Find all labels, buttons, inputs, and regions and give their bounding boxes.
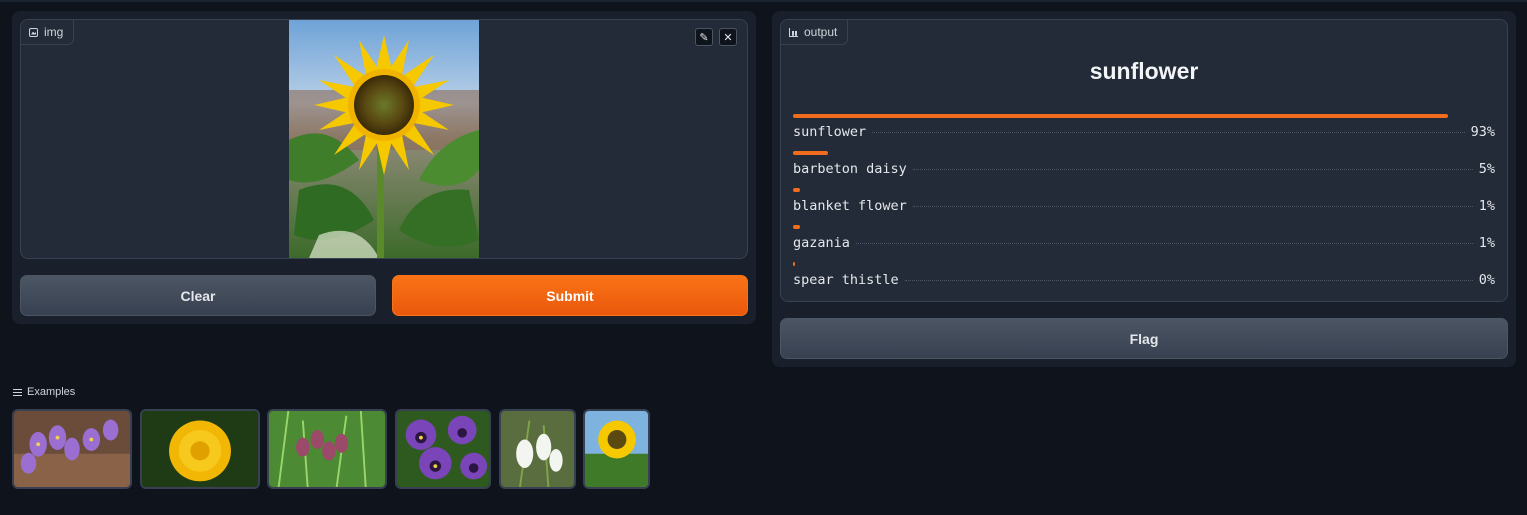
dandelion-image bbox=[142, 411, 258, 487]
output-label-text: output bbox=[804, 25, 838, 39]
edit-icon[interactable]: ✎ bbox=[695, 28, 713, 46]
output-label: output bbox=[781, 20, 849, 45]
confidence-bar bbox=[793, 188, 801, 192]
flag-button[interactable]: Flag bbox=[780, 318, 1508, 359]
confidence-percent: 93% bbox=[1470, 124, 1495, 140]
confidence-text: blanket flower 1% bbox=[793, 198, 1495, 214]
crocus-image bbox=[14, 411, 130, 487]
dotted-leader bbox=[904, 280, 1473, 281]
example-fritillary[interactable] bbox=[267, 409, 387, 489]
clear-button[interactable]: Clear bbox=[20, 275, 376, 316]
confidence-text: spear thistle 0% bbox=[793, 272, 1495, 288]
uploaded-sunflower-image bbox=[289, 20, 479, 258]
confidence-label: spear thistle bbox=[793, 272, 899, 288]
confidence-text: sunflower 93% bbox=[793, 124, 1495, 140]
chart-icon bbox=[789, 27, 798, 37]
image-input-label-text: img bbox=[44, 25, 64, 39]
example-dandelion[interactable] bbox=[140, 409, 260, 489]
confidence-label: barbeton daisy bbox=[793, 161, 907, 177]
confidence-bar bbox=[793, 225, 801, 229]
confidence-text: barbeton daisy 5% bbox=[793, 161, 1495, 177]
input-panel: img ✎ ✕ Clear Submit bbox=[12, 11, 756, 324]
confidence-bar bbox=[793, 151, 829, 155]
example-pansy[interactable] bbox=[395, 409, 491, 489]
list-icon bbox=[13, 388, 22, 396]
image-icon bbox=[29, 27, 38, 37]
dotted-leader bbox=[912, 169, 1473, 170]
example-sunflower[interactable] bbox=[583, 409, 650, 489]
output-panel: output sunflower sunflower 93% barbeton da… bbox=[772, 11, 1516, 367]
confidence-percent: 1% bbox=[1478, 235, 1495, 251]
snowdrop-image bbox=[501, 411, 574, 487]
fritillary-image bbox=[269, 411, 385, 487]
confidence-bar bbox=[793, 262, 795, 266]
dotted-leader bbox=[912, 206, 1473, 207]
confidence-label: blanket flower bbox=[793, 198, 907, 214]
example-snowdrop[interactable] bbox=[499, 409, 576, 489]
label-output: output sunflower sunflower 93% barbeton da… bbox=[780, 19, 1508, 302]
sunflower-thumb-image bbox=[585, 411, 648, 487]
examples-header: Examples bbox=[13, 386, 75, 398]
pansy-image bbox=[397, 411, 489, 487]
submit-button[interactable]: Submit bbox=[392, 275, 748, 316]
dotted-leader bbox=[855, 243, 1473, 244]
top-border bbox=[0, 0, 1527, 2]
close-icon[interactable]: ✕ bbox=[719, 28, 737, 46]
confidence-bar bbox=[793, 114, 1448, 118]
examples-label: Examples bbox=[27, 386, 76, 398]
example-crocus[interactable] bbox=[12, 409, 132, 489]
image-input[interactable]: img ✎ ✕ bbox=[20, 19, 748, 259]
confidence-label: sunflower bbox=[793, 124, 867, 140]
dotted-leader bbox=[872, 132, 1465, 133]
confidence-percent: 1% bbox=[1478, 198, 1495, 214]
image-input-label: img bbox=[21, 20, 75, 45]
confidence-label: gazania bbox=[793, 235, 850, 251]
confidence-text: gazania 1% bbox=[793, 235, 1495, 251]
confidence-percent: 0% bbox=[1478, 272, 1495, 288]
confidence-percent: 5% bbox=[1478, 161, 1495, 177]
predicted-label: sunflower bbox=[1089, 58, 1199, 84]
